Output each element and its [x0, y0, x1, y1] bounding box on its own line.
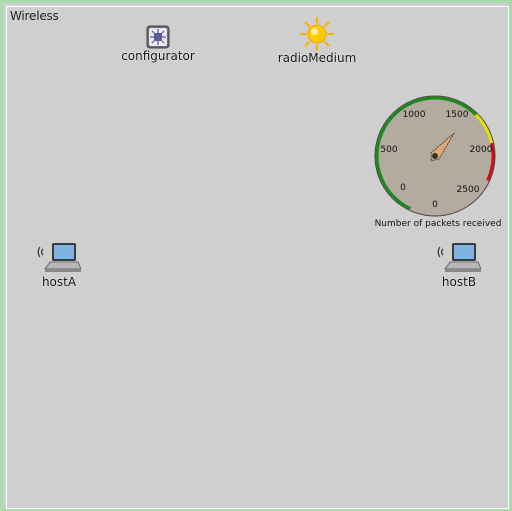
network-title: Wireless — [10, 9, 59, 23]
configurator-chip-icon — [146, 25, 170, 49]
host-b-node[interactable]: hostB — [433, 241, 485, 289]
host-b-label: hostB — [441, 275, 477, 289]
wireless-laptop-icon — [437, 243, 481, 272]
host-a-node[interactable]: hostA — [33, 241, 85, 289]
sun-icon — [300, 17, 334, 51]
radio-medium-node[interactable]: radioMedium — [275, 17, 359, 65]
wireless-laptop-icon — [37, 243, 81, 272]
network-canvas[interactable]: Wireless configurator radioMedium hostA … — [0, 0, 512, 511]
configurator-label: configurator — [121, 49, 195, 63]
radio-medium-label: radioMedium — [277, 51, 357, 65]
gauge-label: Number of packets received — [374, 219, 502, 229]
configurator-node[interactable]: configurator — [121, 25, 195, 63]
host-a-label: hostA — [41, 275, 77, 289]
